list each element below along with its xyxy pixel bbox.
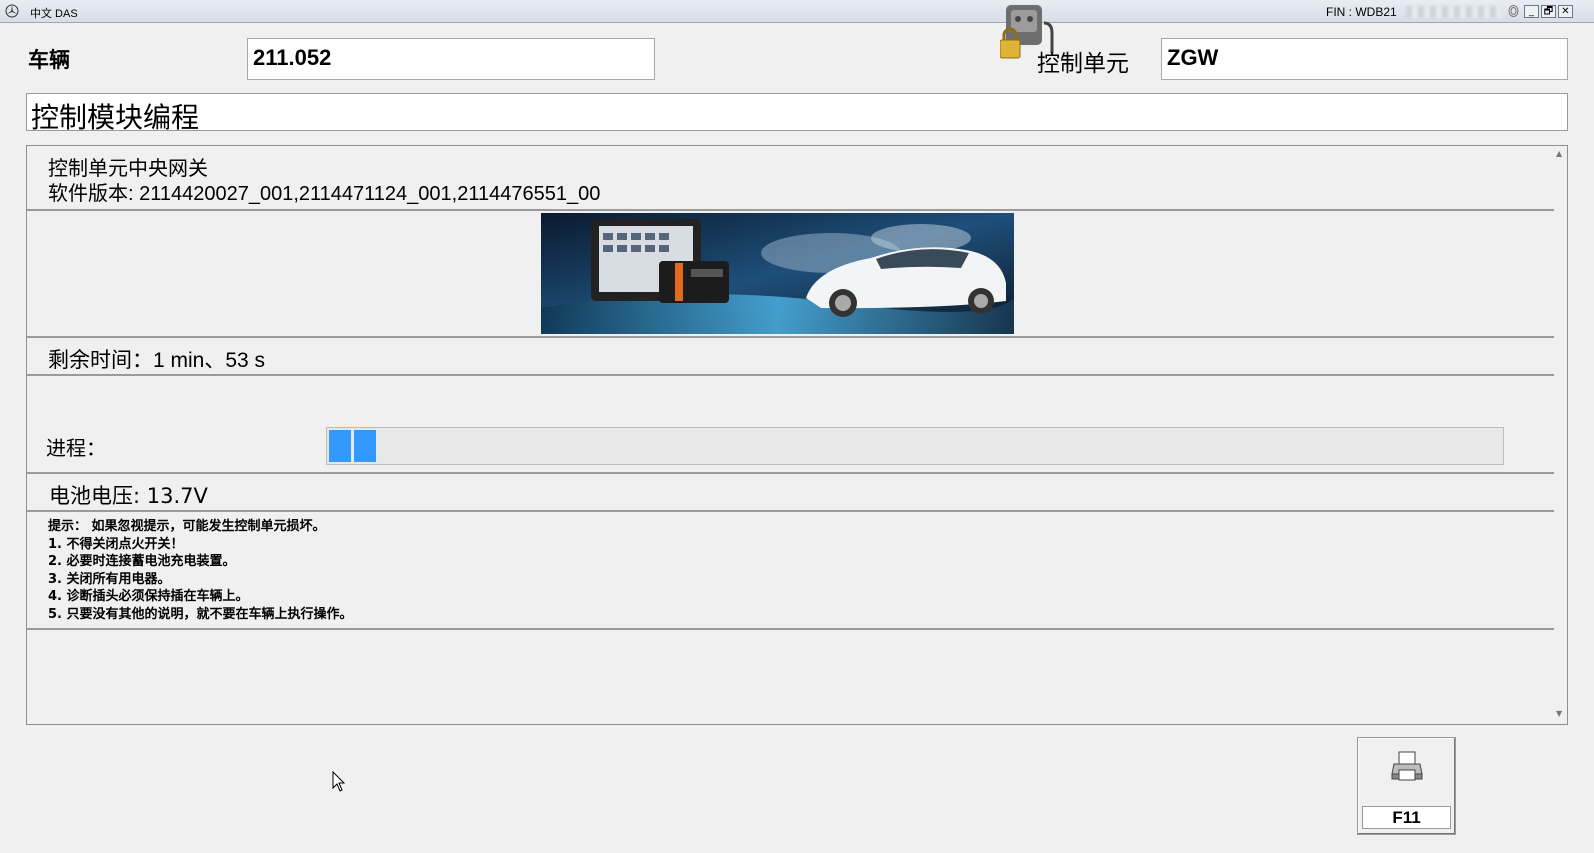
print-button[interactable]: F11 [1357,737,1456,835]
hint-line: 4. 诊断插头必须保持插在车辆上。 [48,589,249,604]
mouse-cursor-icon [332,771,346,792]
hint-line: 3. 关闭所有用电器。 [48,571,171,587]
progress-segment [329,430,351,462]
battery-voltage: 电池电压: 13.7V [49,484,208,508]
title-bar: 中文 DAS FIN : WDB21 _ 🗗 ✕ [0,0,1594,23]
vertical-scrollbar[interactable]: ▲ ▼ [1554,146,1567,724]
hint-line: 1. 不得关闭点火开关！ [48,536,184,552]
printer-icon [1391,751,1423,781]
hint-line: 提示： 如果忽视提示，可能发生控制单元损坏。 [48,519,326,534]
banner-image [541,213,1014,334]
progress-segment [354,430,376,462]
remaining-time: 剩余时间：1 min、53 s [48,349,266,372]
f11-key-label: F11 [1362,806,1451,829]
banner-section [27,211,1556,338]
hint-line: 2. 必要时连接蓄电池充电装置。 [48,554,236,569]
control-unit-label: 控制单元 [1037,51,1129,77]
restore-button[interactable]: 🗗 [1541,5,1556,18]
vehicle-label: 车辆 [28,48,70,72]
hint-line: 5. 只要没有其他的说明，就不要在车辆上执行操作。 [48,606,353,622]
spacer-section [27,376,1556,418]
page-title: 控制模块编程 [26,93,1568,134]
progress-section: 进程： [27,418,1556,474]
minimize-button[interactable]: _ [1524,5,1539,18]
scroll-down-icon[interactable]: ▼ [1556,709,1562,718]
hints-section: 提示： 如果忽视提示，可能发生控制单元损坏。 1. 不得关闭点火开关！ 2. 必… [27,512,1556,630]
unit-info-section: 控制单元中央网关 软件版本: 2114420027_001,2114471124… [27,146,1556,211]
control-unit-field: ZGW [1161,38,1568,80]
scroll-up-icon[interactable]: ▲ [1556,149,1562,158]
software-version: 软件版本: 2114420027_001,2114471124_001,2114… [48,183,601,205]
vehicle-field: 211.052 [247,38,655,80]
mercedes-star-icon [5,4,19,18]
window-title: 中文 DAS [30,8,78,20]
remaining-time-section: 剩余时间：1 min、53 s [27,338,1556,376]
progress-bar [326,427,1504,465]
fingerprint-icon [1508,5,1519,17]
close-button[interactable]: ✕ [1558,5,1573,18]
programming-panel: 控制单元中央网关 软件版本: 2114420027_001,2114471124… [26,145,1568,725]
fin-label: FIN : WDB21 [1326,5,1397,19]
battery-section: 电池电压: 13.7V [27,474,1556,512]
fin-redacted [1406,6,1502,18]
progress-label: 进程： [46,436,106,460]
